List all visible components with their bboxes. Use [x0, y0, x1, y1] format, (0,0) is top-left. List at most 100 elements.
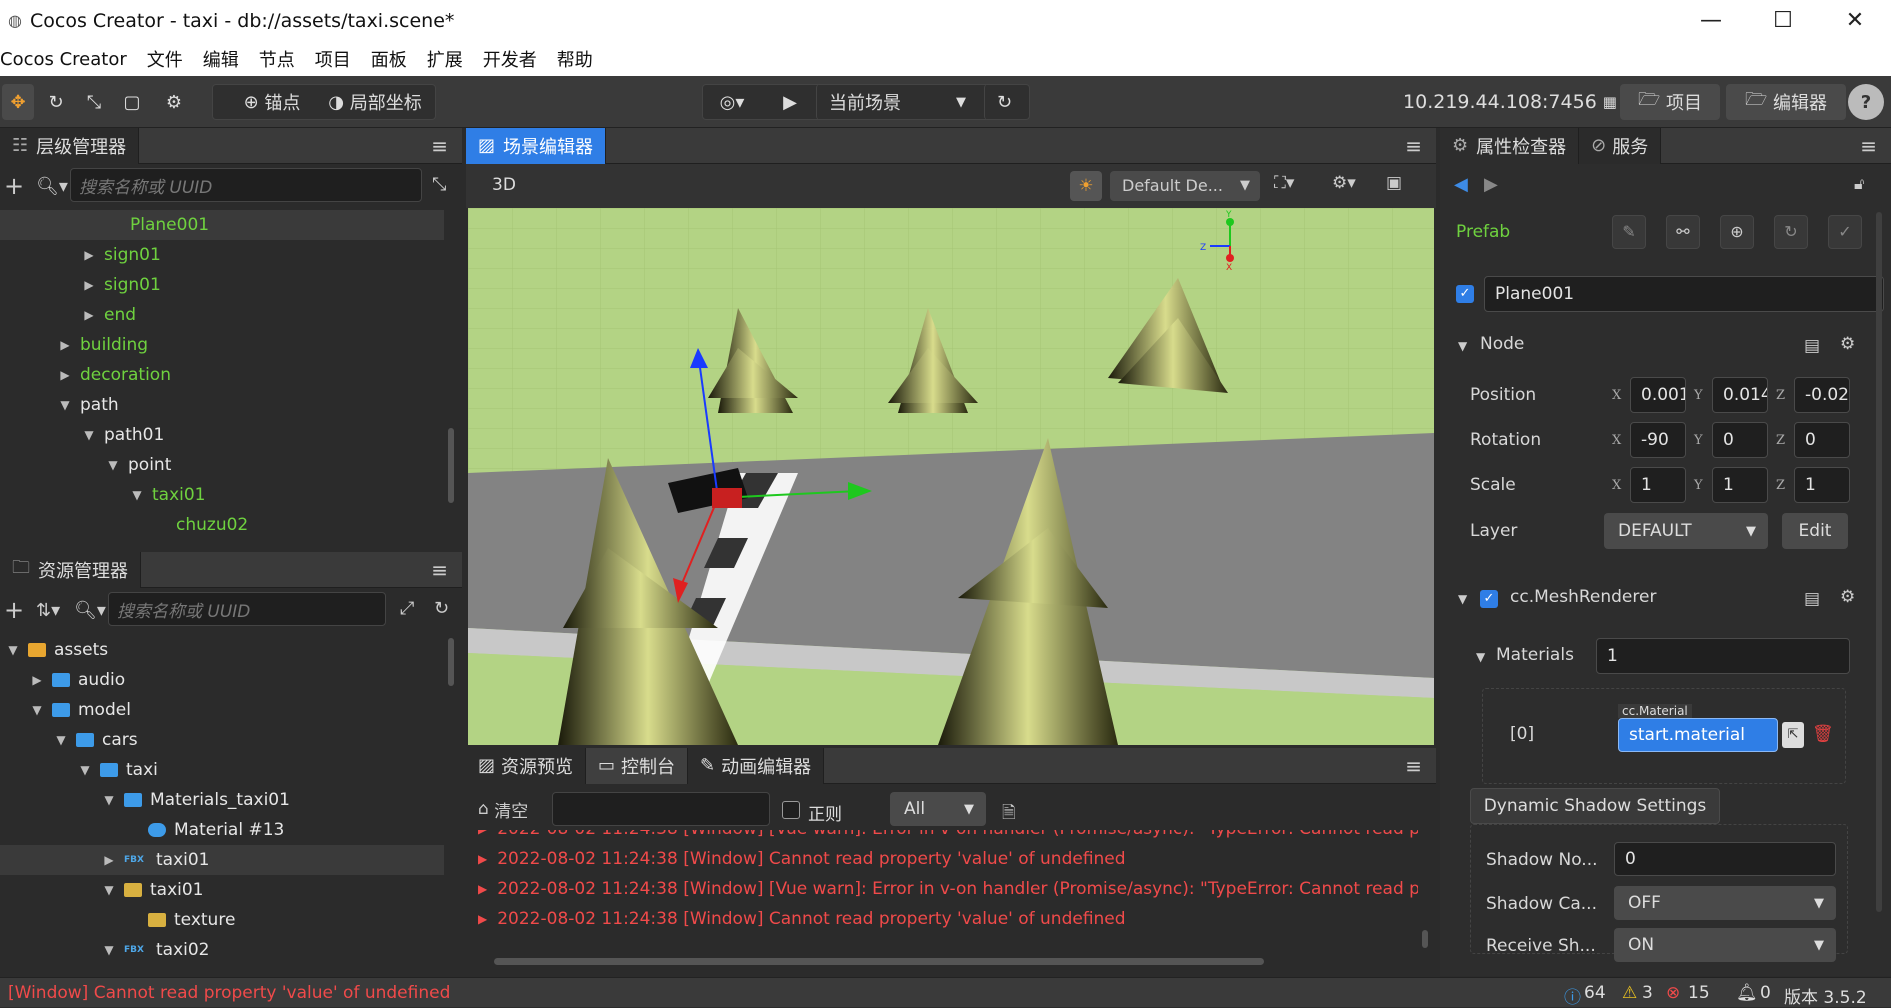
asset-item[interactable]: ▼ taxi: [0, 755, 444, 785]
menu-icon[interactable]: ≡: [431, 558, 448, 582]
revert-icon[interactable]: ↻: [1774, 215, 1808, 249]
move-tool-icon[interactable]: ✥: [2, 84, 34, 120]
rect-tool-icon[interactable]: ▢: [116, 84, 148, 120]
caret-right-icon[interactable]: ▶: [56, 368, 74, 382]
menu-help[interactable]: 帮助: [557, 46, 593, 72]
log-entry[interactable]: ▶ 2022-08-02 11:24:38 [Window] Cannot rea…: [478, 904, 1418, 934]
hierarchy-node[interactable]: ▶ sign01: [0, 240, 444, 270]
hierarchy-node[interactable]: ▼ point: [0, 450, 444, 480]
asset-item[interactable]: ▶ audio: [0, 665, 444, 695]
file-icon[interactable]: 🗎: [1002, 800, 1016, 829]
gear-icon[interactable]: ⚙: [1840, 587, 1855, 607]
apply-icon[interactable]: ✓: [1828, 215, 1862, 249]
layer-select[interactable]: DEFAULT ▼: [1604, 513, 1768, 549]
rotate-tool-icon[interactable]: ↻: [40, 84, 72, 120]
add-icon[interactable]: +: [4, 596, 24, 624]
clear-button[interactable]: ⌂ 清空: [478, 792, 528, 826]
tab-console[interactable]: ▭ 控制台: [586, 747, 689, 784]
receive-shadow-select[interactable]: ON ▼: [1614, 928, 1836, 962]
caret-down-icon[interactable]: ▼: [128, 488, 146, 502]
collapse-icon[interactable]: ⤡: [432, 174, 446, 195]
scene-viewport[interactable]: Y Z X: [468, 208, 1434, 745]
caret-right-icon[interactable]: ▶: [100, 853, 118, 867]
tab-services[interactable]: ⊘ 服务: [1579, 127, 1662, 164]
menu-file[interactable]: 文件: [147, 46, 183, 72]
position-z-input[interactable]: -0.02: [1794, 377, 1850, 413]
warning-icon[interactable]: ⚠: [1622, 983, 1637, 1003]
caret-right-icon[interactable]: ▶: [80, 308, 98, 322]
anchor-button[interactable]: ⊕ 锚点: [222, 84, 322, 120]
hierarchy-node[interactable]: ▶ end: [0, 300, 444, 330]
rotation-x-input[interactable]: -90: [1630, 422, 1686, 458]
info-icon[interactable]: ⓘ: [1564, 983, 1581, 1008]
bell-icon[interactable]: 🔔︎: [1736, 983, 1758, 1003]
inspector-scrollbar[interactable]: [1876, 212, 1882, 912]
status-message[interactable]: [Window] Cannot read property 'value' of…: [8, 983, 450, 1003]
error-icon[interactable]: ⊗: [1666, 983, 1680, 1003]
caret-right-icon[interactable]: ▶: [80, 248, 98, 262]
locate-icon[interactable]: ⊕: [1720, 215, 1754, 249]
caret-right-icon[interactable]: ▶: [80, 278, 98, 292]
add-icon[interactable]: +: [4, 172, 24, 200]
hierarchy-node[interactable]: ▶ building: [0, 330, 444, 360]
tab-animation[interactable]: ✎ 动画编辑器: [688, 747, 825, 784]
scrollbar[interactable]: [448, 428, 454, 503]
hierarchy-node[interactable]: ▼ taxi01: [0, 480, 444, 510]
menu-panel[interactable]: 面板: [371, 46, 407, 72]
shadow-cast-select[interactable]: OFF ▼: [1614, 886, 1836, 920]
search-icon[interactable]: 🔍︎▾: [36, 176, 68, 197]
asset-item[interactable]: ▼ Materials_taxi01: [0, 785, 444, 815]
unlink-icon[interactable]: ⚯: [1666, 215, 1700, 249]
hierarchy-node[interactable]: Plane001: [0, 210, 444, 240]
meshrenderer-enabled-checkbox[interactable]: ✓: [1480, 590, 1498, 608]
position-x-input[interactable]: 0.001: [1630, 377, 1686, 413]
hierarchy-node[interactable]: ▶ decoration: [0, 360, 444, 390]
doc-icon[interactable]: ▤: [1804, 336, 1820, 356]
vertical-scrollbar[interactable]: [1422, 930, 1428, 948]
menu-icon[interactable]: ≡: [1860, 134, 1877, 158]
asset-item[interactable]: ▼ FBX taxi02: [0, 935, 444, 965]
tab-assets[interactable]: 🗀 资源管理器: [0, 551, 141, 588]
mode-3d-toggle[interactable]: 3D: [492, 175, 516, 195]
caret-down-icon[interactable]: ▼: [104, 458, 122, 472]
camera-icon[interactable]: ⛶▾: [1274, 173, 1294, 193]
minimize-button[interactable]: —: [1675, 0, 1747, 42]
scrollbar[interactable]: [448, 638, 454, 686]
search-icon[interactable]: 🔍︎▾: [74, 600, 106, 621]
assets-search-input[interactable]: 搜索名称或 UUID: [108, 592, 386, 626]
log-level-select[interactable]: All ▼: [890, 792, 986, 826]
position-y-input[interactable]: 0.014: [1712, 377, 1768, 413]
log-entry[interactable]: ▶ 2022-08-02 11:24:38 [Window] [Vue warn]…: [478, 830, 1418, 844]
hierarchy-node[interactable]: chuzu02: [0, 510, 444, 540]
caret-right-icon[interactable]: ▶: [56, 338, 74, 352]
maximize-button[interactable]: ☐: [1747, 0, 1819, 42]
menu-extension[interactable]: 扩展: [427, 46, 463, 72]
caret-down-icon[interactable]: ▼: [52, 733, 70, 747]
asset-item[interactable]: ▶ FBX taxi01: [0, 845, 444, 875]
layer-edit-button[interactable]: Edit: [1782, 513, 1848, 549]
ip-address[interactable]: 10.219.44.108:7456 ▦: [1403, 84, 1617, 120]
globe-icon[interactable]: ◎▾: [710, 84, 754, 120]
light-icon[interactable]: ☀: [1070, 171, 1102, 201]
caret-down-icon[interactable]: ▼: [100, 943, 118, 957]
menu-node[interactable]: 节点: [259, 46, 295, 72]
camera-select[interactable]: Default De... ▼: [1110, 171, 1260, 201]
edit-prefab-icon[interactable]: ✎: [1612, 215, 1646, 249]
horizontal-scrollbar[interactable]: [494, 958, 1264, 965]
caret-down-icon[interactable]: ▼: [28, 703, 46, 717]
rotation-y-input[interactable]: 0: [1712, 422, 1768, 458]
materials-count-input[interactable]: 1: [1596, 638, 1850, 674]
asset-item[interactable]: Material #13: [0, 815, 444, 845]
forward-icon[interactable]: ▶: [1484, 174, 1498, 195]
project-button[interactable]: 🗁 项目: [1620, 84, 1720, 120]
menu-project[interactable]: 项目: [315, 46, 351, 72]
caret-right-icon[interactable]: ▶: [28, 673, 46, 687]
menu-edit[interactable]: 编辑: [203, 46, 239, 72]
caret-down-icon[interactable]: ▼: [100, 883, 118, 897]
trash-icon[interactable]: 🗑︎: [1812, 724, 1834, 744]
editor-button[interactable]: 🗁 编辑器: [1726, 84, 1846, 120]
menu-icon[interactable]: ≡: [1405, 754, 1422, 778]
node-active-checkbox[interactable]: ✓: [1456, 285, 1474, 303]
caret-down-icon[interactable]: ▼: [1458, 592, 1467, 606]
rotation-z-input[interactable]: 0: [1794, 422, 1850, 458]
